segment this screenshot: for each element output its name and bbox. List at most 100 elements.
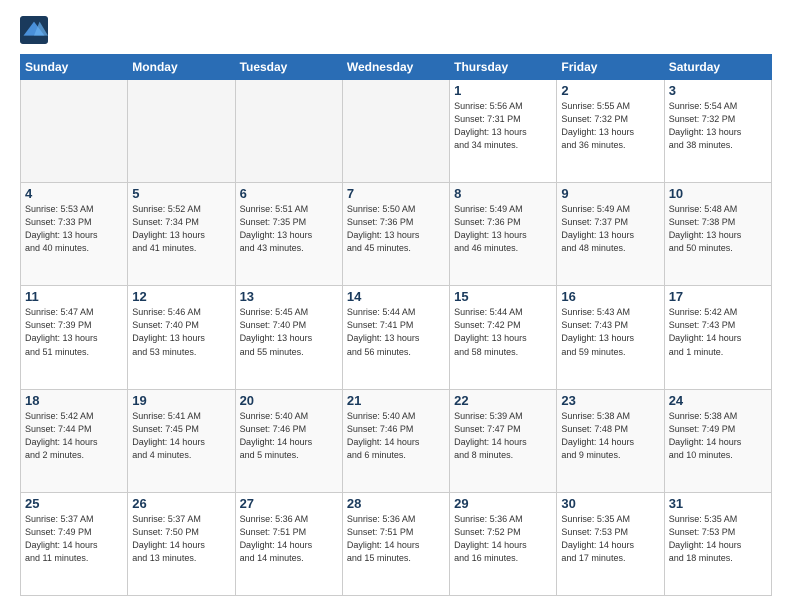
- day-number: 25: [25, 496, 123, 511]
- calendar-cell: [235, 80, 342, 183]
- calendar-cell: 24 Sunrise: 5:38 AM Sunset: 7:49 PM Dayli…: [664, 389, 771, 492]
- day-number: 12: [132, 289, 230, 304]
- calendar-cell: 9Sunrise: 5:49 AM Sunset: 7:37 PM Daylig…: [557, 183, 664, 286]
- calendar-table: SundayMondayTuesdayWednesdayThursdayFrid…: [20, 54, 772, 596]
- weekday-tuesday: Tuesday: [235, 55, 342, 80]
- day-info: Sunrise: 5:36 AM Sunset: 7:51 PM Dayligh…: [240, 513, 338, 565]
- calendar-cell: 26 Sunrise: 5:37 AM Sunset: 7:50 PM Dayli…: [128, 492, 235, 595]
- day-info: Sunrise: 5:38 AM Sunset: 7:48 PM Dayligh…: [561, 410, 659, 462]
- day-number: 16: [561, 289, 659, 304]
- day-number: 21: [347, 393, 445, 408]
- day-number: 27: [240, 496, 338, 511]
- day-number: 3: [669, 83, 767, 98]
- day-info: Sunrise: 5:37 AM Sunset: 7:50 PM Dayligh…: [132, 513, 230, 565]
- calendar-cell: 15Sunrise: 5:44 AM Sunset: 7:42 PM Dayli…: [450, 286, 557, 389]
- calendar-cell: 21 Sunrise: 5:40 AM Sunset: 7:46 PM Dayli…: [342, 389, 449, 492]
- calendar-cell: 30Sunrise: 5:35 AM Sunset: 7:53 PM Dayli…: [557, 492, 664, 595]
- day-info: Sunrise: 5:40 AM Sunset: 7:46 PM Dayligh…: [240, 410, 338, 462]
- day-number: 18: [25, 393, 123, 408]
- calendar-cell: 22 Sunrise: 5:39 AM Sunset: 7:47 PM Dayli…: [450, 389, 557, 492]
- calendar-cell: [21, 80, 128, 183]
- calendar-cell: 23 Sunrise: 5:38 AM Sunset: 7:48 PM Dayli…: [557, 389, 664, 492]
- calendar-cell: 7 Sunrise: 5:50 AM Sunset: 7:36 PM Daylig…: [342, 183, 449, 286]
- day-number: 22: [454, 393, 552, 408]
- week-row-1: 1 Sunrise: 5:56 AM Sunset: 7:31 PM Daylig…: [21, 80, 772, 183]
- day-info: Sunrise: 5:54 AM Sunset: 7:32 PM Dayligh…: [669, 100, 767, 152]
- logo: [20, 16, 52, 44]
- day-number: 2: [561, 83, 659, 98]
- weekday-thursday: Thursday: [450, 55, 557, 80]
- calendar-cell: 19 Sunrise: 5:41 AM Sunset: 7:45 PM Dayli…: [128, 389, 235, 492]
- page: SundayMondayTuesdayWednesdayThursdayFrid…: [0, 0, 792, 612]
- calendar-cell: 29 Sunrise: 5:36 AM Sunset: 7:52 PM Dayli…: [450, 492, 557, 595]
- day-info: Sunrise: 5:42 AM Sunset: 7:44 PM Dayligh…: [25, 410, 123, 462]
- calendar-cell: 16 Sunrise: 5:43 AM Sunset: 7:43 PM Dayli…: [557, 286, 664, 389]
- weekday-wednesday: Wednesday: [342, 55, 449, 80]
- day-number: 8: [454, 186, 552, 201]
- calendar-cell: 12 Sunrise: 5:46 AM Sunset: 7:40 PM Dayli…: [128, 286, 235, 389]
- calendar-cell: 28 Sunrise: 5:36 AM Sunset: 7:51 PM Dayli…: [342, 492, 449, 595]
- day-info: Sunrise: 5:45 AM Sunset: 7:40 PM Dayligh…: [240, 306, 338, 358]
- day-info: Sunrise: 5:38 AM Sunset: 7:49 PM Dayligh…: [669, 410, 767, 462]
- day-info: Sunrise: 5:36 AM Sunset: 7:52 PM Dayligh…: [454, 513, 552, 565]
- day-number: 14: [347, 289, 445, 304]
- day-number: 6: [240, 186, 338, 201]
- day-info: Sunrise: 5:39 AM Sunset: 7:47 PM Dayligh…: [454, 410, 552, 462]
- day-info: Sunrise: 5:56 AM Sunset: 7:31 PM Dayligh…: [454, 100, 552, 152]
- calendar-cell: [342, 80, 449, 183]
- day-number: 29: [454, 496, 552, 511]
- day-info: Sunrise: 5:37 AM Sunset: 7:49 PM Dayligh…: [25, 513, 123, 565]
- day-number: 11: [25, 289, 123, 304]
- calendar-cell: 3 Sunrise: 5:54 AM Sunset: 7:32 PM Daylig…: [664, 80, 771, 183]
- day-info: Sunrise: 5:53 AM Sunset: 7:33 PM Dayligh…: [25, 203, 123, 255]
- logo-icon: [20, 16, 48, 44]
- calendar-cell: 20Sunrise: 5:40 AM Sunset: 7:46 PM Dayli…: [235, 389, 342, 492]
- day-number: 28: [347, 496, 445, 511]
- weekday-header-row: SundayMondayTuesdayWednesdayThursdayFrid…: [21, 55, 772, 80]
- day-info: Sunrise: 5:44 AM Sunset: 7:41 PM Dayligh…: [347, 306, 445, 358]
- calendar-cell: 13 Sunrise: 5:45 AM Sunset: 7:40 PM Dayli…: [235, 286, 342, 389]
- calendar-cell: [128, 80, 235, 183]
- calendar-cell: 8Sunrise: 5:49 AM Sunset: 7:36 PM Daylig…: [450, 183, 557, 286]
- day-number: 9: [561, 186, 659, 201]
- day-info: Sunrise: 5:41 AM Sunset: 7:45 PM Dayligh…: [132, 410, 230, 462]
- calendar-cell: 27 Sunrise: 5:36 AM Sunset: 7:51 PM Dayli…: [235, 492, 342, 595]
- day-number: 1: [454, 83, 552, 98]
- day-info: Sunrise: 5:43 AM Sunset: 7:43 PM Dayligh…: [561, 306, 659, 358]
- day-number: 13: [240, 289, 338, 304]
- calendar-cell: 2 Sunrise: 5:55 AM Sunset: 7:32 PM Daylig…: [557, 80, 664, 183]
- day-info: Sunrise: 5:36 AM Sunset: 7:51 PM Dayligh…: [347, 513, 445, 565]
- day-info: Sunrise: 5:47 AM Sunset: 7:39 PM Dayligh…: [25, 306, 123, 358]
- day-info: Sunrise: 5:40 AM Sunset: 7:46 PM Dayligh…: [347, 410, 445, 462]
- day-info: Sunrise: 5:55 AM Sunset: 7:32 PM Dayligh…: [561, 100, 659, 152]
- header: [20, 16, 772, 44]
- calendar-cell: 4 Sunrise: 5:53 AM Sunset: 7:33 PM Daylig…: [21, 183, 128, 286]
- day-info: Sunrise: 5:35 AM Sunset: 7:53 PM Dayligh…: [561, 513, 659, 565]
- day-info: Sunrise: 5:46 AM Sunset: 7:40 PM Dayligh…: [132, 306, 230, 358]
- calendar-cell: 18 Sunrise: 5:42 AM Sunset: 7:44 PM Dayli…: [21, 389, 128, 492]
- day-number: 26: [132, 496, 230, 511]
- day-number: 15: [454, 289, 552, 304]
- week-row-5: 25 Sunrise: 5:37 AM Sunset: 7:49 PM Dayli…: [21, 492, 772, 595]
- calendar-cell: 5Sunrise: 5:52 AM Sunset: 7:34 PM Daylig…: [128, 183, 235, 286]
- day-info: Sunrise: 5:51 AM Sunset: 7:35 PM Dayligh…: [240, 203, 338, 255]
- day-number: 17: [669, 289, 767, 304]
- week-row-3: 11 Sunrise: 5:47 AM Sunset: 7:39 PM Dayli…: [21, 286, 772, 389]
- calendar-cell: 25 Sunrise: 5:37 AM Sunset: 7:49 PM Dayli…: [21, 492, 128, 595]
- day-info: Sunrise: 5:35 AM Sunset: 7:53 PM Dayligh…: [669, 513, 767, 565]
- day-info: Sunrise: 5:50 AM Sunset: 7:36 PM Dayligh…: [347, 203, 445, 255]
- day-number: 7: [347, 186, 445, 201]
- weekday-monday: Monday: [128, 55, 235, 80]
- weekday-friday: Friday: [557, 55, 664, 80]
- day-info: Sunrise: 5:48 AM Sunset: 7:38 PM Dayligh…: [669, 203, 767, 255]
- calendar-cell: 11 Sunrise: 5:47 AM Sunset: 7:39 PM Dayli…: [21, 286, 128, 389]
- week-row-2: 4 Sunrise: 5:53 AM Sunset: 7:33 PM Daylig…: [21, 183, 772, 286]
- weekday-sunday: Sunday: [21, 55, 128, 80]
- calendar-cell: 10Sunrise: 5:48 AM Sunset: 7:38 PM Dayli…: [664, 183, 771, 286]
- day-number: 5: [132, 186, 230, 201]
- day-number: 24: [669, 393, 767, 408]
- day-number: 19: [132, 393, 230, 408]
- day-number: 4: [25, 186, 123, 201]
- day-number: 31: [669, 496, 767, 511]
- day-number: 23: [561, 393, 659, 408]
